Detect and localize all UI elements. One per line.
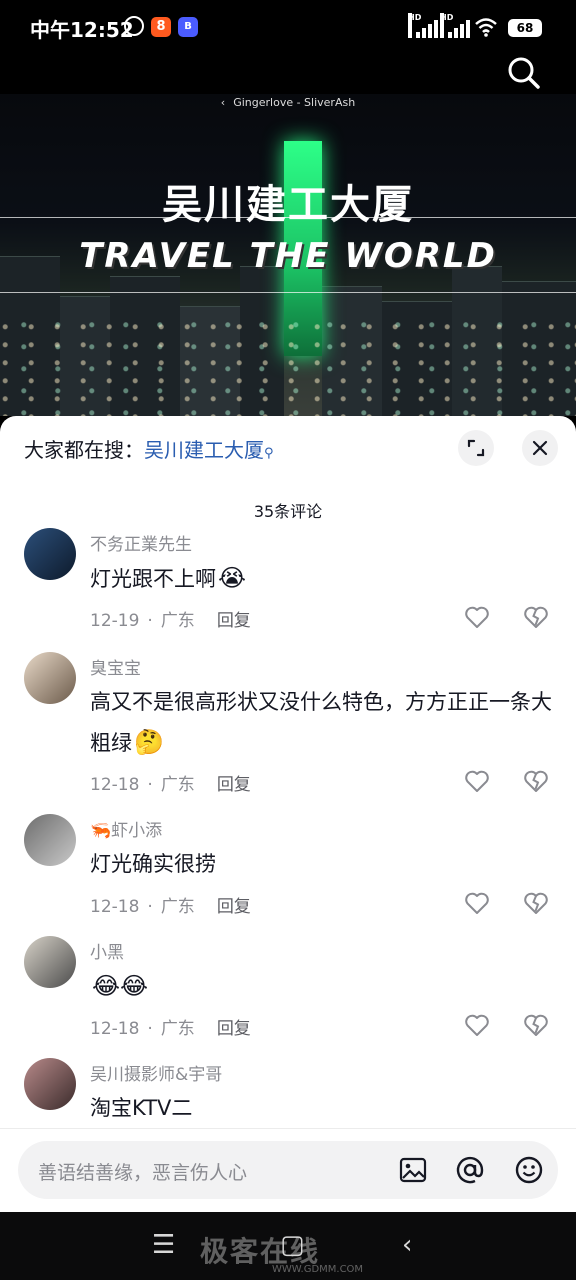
city-lights	[0, 316, 576, 416]
avatar[interactable]	[24, 1058, 76, 1110]
comment-location: 广东	[160, 1019, 195, 1039]
comment-text: 😂😂	[90, 966, 560, 1007]
menu-icon[interactable]: ☰	[152, 1230, 175, 1260]
divider-line	[0, 217, 576, 218]
comment-text: 灯光跟不上啊😭	[90, 558, 560, 599]
avatar[interactable]	[24, 814, 76, 866]
comment-location: 广东	[160, 897, 195, 917]
alarm-icon	[124, 16, 144, 36]
dislike-icon[interactable]	[523, 605, 549, 629]
battery-icon: 68	[508, 19, 542, 37]
comment-text-body: 淘宝KTV二	[90, 1096, 193, 1120]
separator-dot: ·	[147, 611, 153, 631]
home-icon[interactable]: ▢	[280, 1230, 305, 1260]
location-title: 吴川建工大厦	[162, 182, 414, 228]
dislike-icon[interactable]	[523, 769, 549, 793]
system-nav-bar: ☰ 极客在线 WWW.GDMM.COM ▢ ‹	[0, 1212, 576, 1280]
hot-search-label: 大家都在搜：	[24, 438, 144, 462]
divider-line-2	[0, 292, 576, 293]
avatar[interactable]	[24, 936, 76, 988]
separator-dot: ·	[147, 897, 153, 917]
expand-icon	[467, 439, 485, 457]
image-icon[interactable]	[398, 1155, 428, 1185]
comment-text: 灯光确实很捞	[90, 844, 560, 884]
comment-meta: 12-18 · 广东 回复	[90, 770, 251, 795]
at-icon[interactable]	[455, 1155, 485, 1185]
comment-author[interactable]: 臭宝宝	[90, 654, 141, 679]
comment-date: 12-18	[90, 1019, 140, 1039]
comment-count: 35条评论	[253, 502, 323, 521]
travel-overlay-text: TRAVEL THE WORLD	[79, 236, 497, 276]
comment-date: 12-18	[90, 897, 140, 917]
comment-meta: 12-18 · 广东 回复	[90, 892, 251, 917]
reply-button[interactable]: 回复	[217, 611, 251, 631]
avatar[interactable]	[24, 652, 76, 704]
comment-input-bar: 善语结善缘，恶言伤人心	[0, 1128, 576, 1212]
comment-author[interactable]: 小黑	[90, 938, 124, 963]
chevron-left-icon: ‹	[220, 96, 226, 109]
music-info[interactable]: ‹ Gingerlove - SliverAsh	[0, 96, 576, 109]
signal-hd-label-2: HD	[440, 13, 453, 38]
reply-button[interactable]: 回复	[217, 897, 251, 917]
comment-sheet: 大家都在搜：吴川建工大厦⚲ 35条评论 不务正業先生 灯光跟不上啊😭 12-19 · 广…	[0, 416, 576, 1212]
comment-author[interactable]: 吴川摄影师&宇哥	[90, 1060, 222, 1085]
emoji-icon: 🤔	[134, 728, 164, 756]
expand-button[interactable]	[458, 430, 494, 466]
comment-location: 广东	[160, 775, 195, 795]
comment-location: 广东	[160, 611, 195, 631]
like-icon[interactable]	[464, 769, 490, 793]
comment-input-placeholder: 善语结善缘，恶言伤人心	[38, 1162, 248, 1184]
video-top-bar	[0, 56, 576, 94]
hot-search-keyword[interactable]: 吴川建工大厦	[144, 438, 264, 462]
search-small-icon: ⚲	[264, 446, 274, 461]
close-icon	[532, 440, 548, 456]
like-icon[interactable]	[464, 891, 490, 915]
signal-icon-2: HD	[440, 13, 470, 38]
back-icon[interactable]: ‹	[402, 1230, 412, 1260]
comment-date: 12-19	[90, 611, 140, 631]
comment-text: 淘宝KTV二	[90, 1088, 560, 1128]
comment-meta: 12-18 · 广东 回复	[90, 1014, 251, 1039]
like-icon[interactable]	[464, 605, 490, 629]
emoji-icon[interactable]	[514, 1155, 544, 1185]
video-player[interactable]: ‹ Gingerlove - SliverAsh 吴川建工大厦 TRAVEL TH…	[0, 56, 576, 416]
comment-meta: 12-19 · 广东 回复	[90, 606, 251, 631]
signal-icon: HD	[408, 13, 438, 38]
comment-text-body: 灯光确实很捞	[90, 852, 216, 876]
emoji-icon: 😂😂	[92, 972, 149, 1000]
comment-text-body: 灯光跟不上啊	[90, 567, 216, 591]
comment-author[interactable]: 🦐虾小添	[90, 816, 162, 841]
dislike-icon[interactable]	[523, 891, 549, 915]
like-icon[interactable]	[464, 1013, 490, 1037]
app-notification-icon-2: B	[178, 17, 198, 37]
comment-date: 12-18	[90, 775, 140, 795]
close-button[interactable]	[522, 430, 558, 466]
app-notification-icon: 8	[151, 17, 171, 37]
separator-dot: ·	[147, 775, 153, 795]
status-bar: 中午12:52 8 B HD HD 68	[0, 0, 576, 56]
reply-button[interactable]: 回复	[217, 1019, 251, 1039]
comment-author[interactable]: 不务正業先生	[90, 530, 192, 555]
signal-hd-label: HD	[408, 13, 421, 38]
reply-button[interactable]: 回复	[217, 775, 251, 795]
search-icon[interactable]	[505, 56, 543, 92]
watermark-url: WWW.GDMM.COM	[272, 1264, 364, 1275]
separator-dot: ·	[147, 1019, 153, 1039]
emoji-icon: 😭	[218, 564, 247, 592]
dislike-icon[interactable]	[523, 1013, 549, 1037]
status-time: 中午12:52	[30, 18, 134, 42]
comment-text: 高又不是很高形状又没什么特色，方方正正一条大粗绿🤔	[90, 682, 560, 763]
hot-search[interactable]: 大家都在搜：吴川建工大厦⚲	[24, 434, 274, 463]
wifi-icon	[475, 18, 497, 37]
music-title: Gingerlove - SliverAsh	[233, 96, 356, 109]
avatar[interactable]	[24, 528, 76, 580]
comment-input[interactable]: 善语结善缘，恶言伤人心	[18, 1141, 558, 1199]
